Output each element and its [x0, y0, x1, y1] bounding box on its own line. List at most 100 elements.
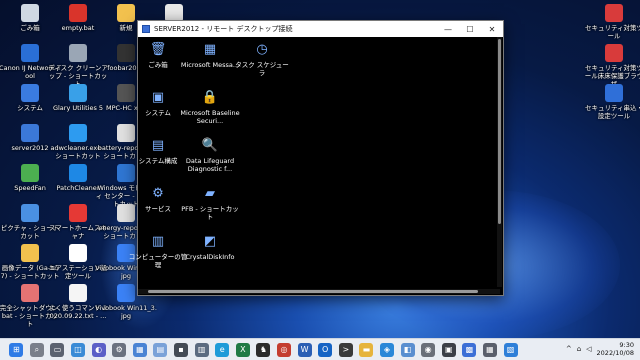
remote-desktop-icon-label: CrystalDiskInfo [185, 253, 235, 261]
remote-desktop-icon[interactable]: 🔒 Microsoft Baseline Securi... [180, 87, 240, 126]
taskbar: ⊞ ⌕ ▭ ◫ ◐ ⚙ ▦ ▤ ▪ ▥ e X ♞ ◎ W O > ▬ ◈ ◧ ◉ ▣ ▩ ▦ ▧ ^ ⌂ ◁ 9:30 202… [0, 338, 640, 360]
window-title: SERVER2012 - リモート デスクトップ接続 [154, 25, 293, 33]
recycle-bin-icon: 🗑 [149, 41, 167, 57]
remote-desktop-icon[interactable]: ◩ CrystalDiskInfo [180, 231, 240, 262]
remote-desktop-icon-label: タスク スケジューラ [235, 61, 289, 77]
tray-overflow-icon[interactable]: ^ [566, 345, 572, 353]
chat-icon[interactable]: ◐ [91, 342, 106, 357]
remote-desktop-icon[interactable]: ⚙ サービス [128, 183, 188, 214]
app-pinned-6[interactable]: ◈ [379, 342, 394, 357]
smart-home-scanner-icon [69, 204, 87, 222]
terminal-icon[interactable]: > [338, 342, 353, 357]
data-lifeguard-icon: 🔍 [201, 137, 219, 153]
computer-management-icon: ▥ [151, 233, 165, 249]
app-pinned-10[interactable]: ▧ [503, 342, 518, 357]
speedfan-icon [21, 164, 39, 182]
vertical-scroll-thumb[interactable] [498, 39, 501, 224]
patchcleaner-icon [69, 164, 87, 182]
minimize-button[interactable]: — [437, 21, 459, 37]
app-pinned-8[interactable]: ▣ [441, 342, 456, 357]
remote-desktop-app-icon [142, 25, 150, 33]
image-file-icon-2 [117, 284, 135, 302]
remote-desktop-window[interactable]: SERVER2012 - リモート デスクトップ接続 — ☐ ✕ 🗑 ごみ箱 ▦ … [129, 20, 504, 296]
shutdown-icon [21, 284, 39, 302]
crystaldiskinfo-icon: ◩ [203, 233, 217, 249]
network-icon[interactable]: ⌂ [577, 345, 581, 353]
security-tool-icon [605, 4, 623, 22]
desktop-icon[interactable]: セキュリティ対策ツール床床保護ブラウザ [584, 44, 640, 88]
remote-desktop-icon-label: Microsoft Messa... [180, 61, 240, 69]
file-explorer-icon[interactable]: ▬ [359, 342, 374, 357]
remote-desktop-icon[interactable]: 🔍 Data Lifeguard Diagnostic f... [180, 135, 240, 174]
remote-desktop-icon[interactable]: 🗑 ごみ箱 [128, 39, 188, 70]
camera-icon[interactable]: ◉ [421, 342, 436, 357]
pfb-folder-icon: ▰ [205, 185, 215, 201]
desktop-icon-label: セキュリティ対策ツール [584, 24, 640, 40]
search-icon[interactable]: ⌕ [29, 342, 44, 357]
outlook-icon[interactable]: O [318, 342, 333, 357]
recycle-bin-icon [21, 4, 39, 22]
system-config-icon: ▤ [151, 137, 165, 153]
services-icon: ⚙ [152, 185, 164, 201]
folder-icon [117, 4, 135, 22]
remote-desktop-icon-label: PFB - ショートカット [181, 205, 239, 221]
widgets-icon[interactable]: ◫ [71, 342, 86, 357]
start-button[interactable]: ⊞ [9, 342, 24, 357]
app-pinned-4[interactable]: ♞ [256, 342, 271, 357]
desktop-icon[interactable]: セキュリティ対策ツール [584, 4, 640, 48]
taskbar-apps: ⊞ ⌕ ▭ ◫ ◐ ⚙ ▦ ▤ ▪ ▥ e X ♞ ◎ W O > ▬ ◈ ◧ ◉ ▣ ▩ ▦ ▧ [6, 342, 521, 357]
baseline-security-icon: 🔒 [201, 89, 219, 105]
app-pinned-1[interactable]: ▤ [153, 342, 168, 357]
excel-icon[interactable]: X [235, 342, 250, 357]
app-pinned-5[interactable]: ◎ [277, 342, 292, 357]
volume-icon[interactable]: ◁ [586, 345, 591, 353]
desktop-icon-label: Vivobook Win11_3.jpg [95, 304, 157, 320]
edge-icon[interactable]: e [215, 342, 230, 357]
vertical-scrollbar[interactable] [497, 37, 502, 287]
remote-desktop-icon[interactable]: ▣ システム [128, 87, 188, 118]
maximize-button[interactable]: ☐ [459, 21, 481, 37]
app-pinned-7[interactable]: ◧ [400, 342, 415, 357]
pictures-folder-icon [21, 204, 39, 222]
desktop-icon[interactable]: セキュリティ串込・設定ツール [584, 84, 640, 128]
airstation-icon [69, 244, 87, 262]
remote-desktop-icon-label: Microsoft Baseline Securi... [180, 109, 240, 125]
adwcleaner-icon [69, 124, 87, 142]
remote-desktop-icon[interactable]: ▰ PFB - ショートカット [180, 183, 240, 222]
text-file-icon [69, 284, 87, 302]
remote-desktop-icon[interactable]: ▦ Microsoft Messa... [180, 39, 240, 70]
clock-date: 2022/10/08 [596, 349, 634, 357]
clock-time: 9:30 [619, 341, 634, 349]
mobility-center-icon [117, 164, 135, 182]
security-browser-icon [605, 44, 623, 62]
app-pinned-2[interactable]: ▪ [174, 342, 189, 357]
no-entry-icon [69, 4, 87, 22]
system-icon: ▣ [151, 89, 165, 105]
remote-desktop-taskbar-icon[interactable]: ▩ [462, 342, 477, 357]
system-icon [21, 84, 39, 102]
desktop-icon-label: セキュリティ串込・設定ツール [584, 104, 640, 120]
remote-desktop-icon [21, 124, 39, 142]
control-panel-icon[interactable]: ▦ [132, 342, 147, 357]
remote-desktop-icon-label: サービス [145, 205, 171, 213]
word-icon[interactable]: W [297, 342, 312, 357]
task-view-icon[interactable]: ▭ [50, 342, 65, 357]
remote-desktop-icon[interactable]: ▥ コンピューターの管理 [128, 231, 188, 270]
canon-network-icon [21, 44, 39, 62]
remote-desktop-icon-label: システム構成 [138, 157, 178, 165]
settings-icon[interactable]: ⚙ [112, 342, 127, 357]
horizontal-scroll-thumb[interactable] [148, 290, 478, 293]
glary-icon [69, 84, 87, 102]
image-folder-icon [21, 244, 39, 262]
window-title-bar[interactable]: SERVER2012 - リモート デスクトップ接続 — ☐ ✕ [138, 21, 503, 37]
horizontal-scrollbar[interactable] [138, 289, 500, 294]
remote-desktop-icon[interactable]: ▤ システム構成 [128, 135, 188, 166]
clock[interactable]: 9:30 2022/10/08 [597, 341, 634, 357]
remote-desktop-icon-label: Data Lifeguard Diagnostic f... [185, 157, 235, 173]
remote-desktop-screen[interactable]: 🗑 ごみ箱 ▦ Microsoft Messa... ◷ タスク スケジューラ ▣ シ… [129, 37, 503, 295]
remote-desktop-icon[interactable]: ◷ タスク スケジューラ [232, 39, 292, 78]
app-pinned-3[interactable]: ▥ [194, 342, 209, 357]
close-button[interactable]: ✕ [481, 21, 503, 37]
app-pinned-9[interactable]: ▦ [482, 342, 497, 357]
message-analyzer-icon: ▦ [203, 41, 217, 57]
